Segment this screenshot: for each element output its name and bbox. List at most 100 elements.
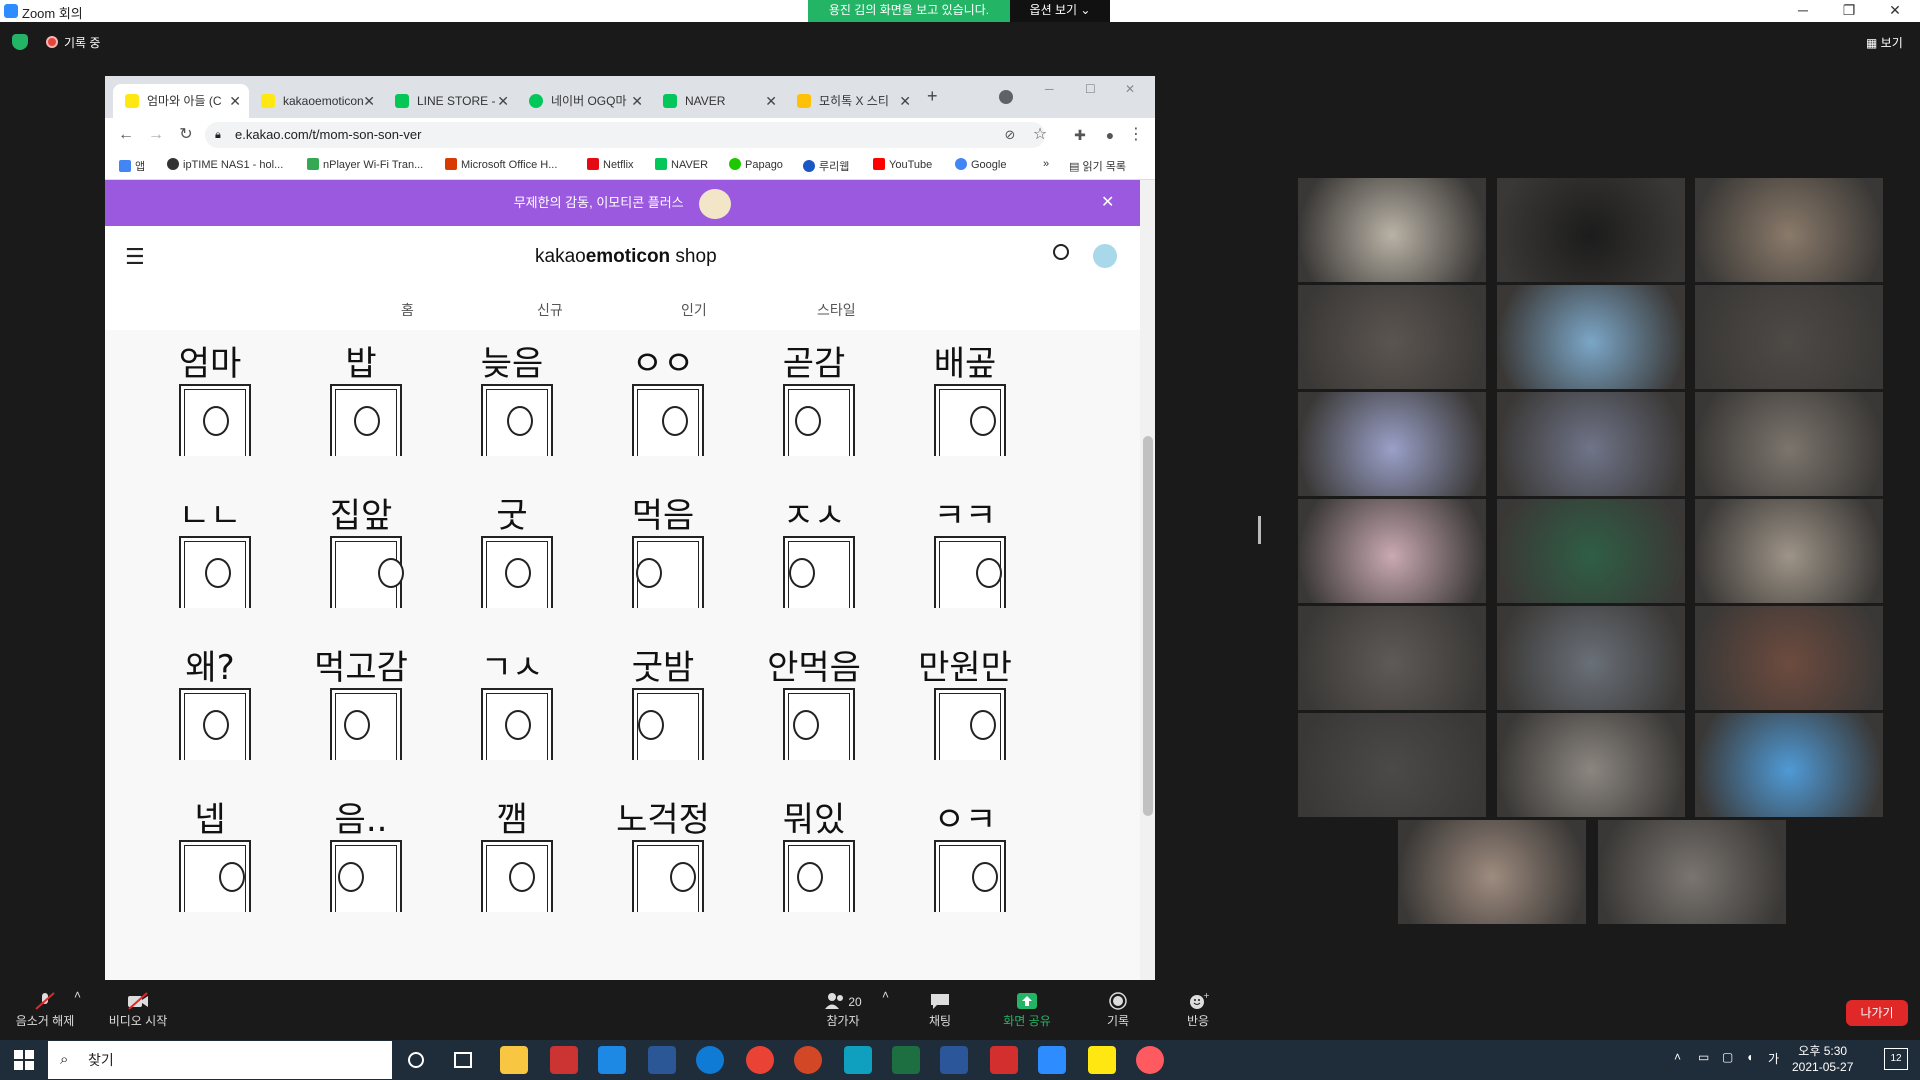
- close-icon[interactable]: ✕: [1125, 82, 1135, 96]
- tray-monitor-icon[interactable]: ▢: [1722, 1050, 1733, 1064]
- emoticon-item[interactable]: ㅇㅇ: [608, 344, 718, 494]
- participant-video-tile[interactable]: [1497, 499, 1685, 603]
- emoticon-item[interactable]: ㄴㄴ: [155, 496, 265, 646]
- bookmark-item[interactable]: Papago: [729, 158, 783, 171]
- bookmark-item[interactable]: 루리웹: [803, 158, 849, 174]
- emoticon-item[interactable]: 엄마: [155, 344, 265, 494]
- bookmark-apps[interactable]: 앱: [119, 158, 145, 174]
- excel-icon[interactable]: [892, 1046, 920, 1074]
- reload-icon[interactable]: ↻: [175, 124, 197, 146]
- participant-video-tile[interactable]: [1695, 606, 1883, 710]
- participant-video-tile[interactable]: [1497, 285, 1685, 389]
- scrollbar-thumb[interactable]: [1143, 436, 1153, 816]
- emoticon-item[interactable]: 집앞: [306, 496, 416, 646]
- emoticon-item[interactable]: 깸: [457, 800, 567, 950]
- participant-video-tile[interactable]: [1298, 285, 1486, 389]
- word-icon[interactable]: [940, 1046, 968, 1074]
- participant-video-tile[interactable]: [1298, 499, 1486, 603]
- emoticon-item[interactable]: 만원만: [910, 648, 1020, 798]
- participant-video-tile[interactable]: [1695, 392, 1883, 496]
- profile-icon[interactable]: ●: [1099, 124, 1121, 146]
- participant-video-tile[interactable]: [1497, 178, 1685, 282]
- extensions-icon[interactable]: ✚: [1069, 124, 1091, 146]
- tray-network-icon[interactable]: ▭: [1698, 1050, 1709, 1064]
- promo-banner[interactable]: 무제한의 감동, 이모티콘 플러스 ✕: [105, 180, 1140, 226]
- emoticon-item[interactable]: 배곺: [910, 344, 1020, 494]
- participant-video-tile[interactable]: [1695, 713, 1883, 817]
- participant-video-tile[interactable]: [1497, 713, 1685, 817]
- participant-video-tile[interactable]: [1398, 820, 1586, 924]
- ime-indicator[interactable]: 가: [1768, 1050, 1779, 1067]
- reactions-button[interactable]: + 반응: [1180, 980, 1216, 1038]
- windows-start-icon[interactable]: [14, 1050, 34, 1070]
- browser-tab[interactable]: LINE STORE - ✕: [383, 84, 517, 118]
- participant-video-tile[interactable]: [1298, 713, 1486, 817]
- start-video-button[interactable]: 비디오 시작: [100, 980, 176, 1038]
- emoticon-item[interactable]: 곧감: [759, 344, 869, 494]
- app-icon[interactable]: [1136, 1046, 1164, 1074]
- kakaotalk-icon[interactable]: [1088, 1046, 1116, 1074]
- participant-video-tile[interactable]: [1497, 392, 1685, 496]
- share-screen-button[interactable]: 화면 공유: [996, 980, 1058, 1038]
- restore-icon[interactable]: ❐: [1826, 0, 1872, 22]
- emoticon-item[interactable]: 뭐있어?: [759, 800, 869, 950]
- unmute-button[interactable]: 음소거 해제: [10, 980, 80, 1038]
- chat-button[interactable]: 채팅: [920, 980, 960, 1038]
- emoticon-item[interactable]: 밥: [306, 344, 416, 494]
- chrome-icon[interactable]: [746, 1046, 774, 1074]
- shop-logo[interactable]: kakaoemoticon shop: [535, 246, 717, 268]
- tab-search-icon[interactable]: [999, 90, 1013, 104]
- emoticon-item[interactable]: ㅇㅋ: [910, 800, 1020, 950]
- app-icon[interactable]: [550, 1046, 578, 1074]
- bookmark-item[interactable]: ipTIME NAS1 - hol...: [167, 158, 283, 171]
- file-explorer-icon[interactable]: [500, 1046, 528, 1074]
- emoticon-item[interactable]: ㅈㅅ: [759, 496, 869, 646]
- security-shield-icon[interactable]: [12, 34, 28, 50]
- emoticon-item[interactable]: 안먹음: [759, 648, 869, 798]
- participants-chevron-icon[interactable]: ˄: [882, 988, 889, 1002]
- zoom-taskbar-icon[interactable]: [1038, 1046, 1066, 1074]
- menu-kebab-icon[interactable]: ⋮: [1125, 124, 1147, 146]
- participant-video-tile[interactable]: [1298, 392, 1486, 496]
- tray-chevron-icon[interactable]: ˄: [1674, 1050, 1681, 1064]
- bookmark-item[interactable]: Microsoft Office H...: [445, 158, 557, 171]
- hamburger-menu-icon[interactable]: ☰: [125, 244, 145, 270]
- bookmark-item[interactable]: YouTube: [873, 158, 932, 171]
- participant-video-tile[interactable]: [1598, 820, 1786, 924]
- taskbar-search-box[interactable]: ⌕ 찾기: [48, 1041, 392, 1079]
- view-button[interactable]: ▦ 보기: [1866, 34, 1903, 51]
- emoticon-item[interactable]: 먹고감: [306, 648, 416, 798]
- new-tab-icon[interactable]: +: [927, 86, 938, 107]
- reading-list[interactable]: ▤ 읽기 목록: [1069, 158, 1126, 174]
- emoticon-item[interactable]: 왜?: [155, 648, 265, 798]
- browser-tab[interactable]: 모히톡 X 스티 ✕: [785, 84, 919, 118]
- tab-close-icon[interactable]: ✕: [765, 84, 777, 118]
- powerpoint-icon[interactable]: [794, 1046, 822, 1074]
- bookmark-item[interactable]: NAVER: [655, 158, 708, 171]
- close-icon[interactable]: ✕: [1101, 180, 1114, 226]
- emoticon-item[interactable]: 굿밤: [608, 648, 718, 798]
- participant-video-tile[interactable]: [1298, 606, 1486, 710]
- record-button[interactable]: 기록: [1100, 980, 1136, 1038]
- task-view-icon[interactable]: [454, 1052, 472, 1068]
- nav-home[interactable]: 홈: [401, 300, 414, 320]
- gallery-resize-handle[interactable]: [1258, 516, 1261, 544]
- emoticon-item[interactable]: 넵: [155, 800, 265, 950]
- emoticon-item[interactable]: 늦음: [457, 344, 567, 494]
- close-icon[interactable]: ✕: [1872, 0, 1918, 22]
- leave-button[interactable]: 나가기: [1846, 1000, 1908, 1026]
- minimize-icon[interactable]: ─: [1045, 82, 1054, 96]
- bookmark-item[interactable]: nPlayer Wi-Fi Tran...: [307, 158, 423, 171]
- browser-tab[interactable]: 네이버 OGQ마 ✕: [517, 84, 651, 118]
- view-options-button[interactable]: 옵션 보기 ⌄: [1010, 0, 1110, 22]
- participant-video-tile[interactable]: [1497, 606, 1685, 710]
- tab-close-icon[interactable]: ✕: [363, 84, 375, 118]
- tab-close-icon[interactable]: ✕: [229, 84, 241, 118]
- participant-video-tile[interactable]: [1298, 178, 1486, 282]
- volume-icon[interactable]: ◖: [1746, 1050, 1753, 1064]
- search-icon[interactable]: [1053, 244, 1069, 260]
- app-icon[interactable]: [844, 1046, 872, 1074]
- minimize-icon[interactable]: ─: [1780, 0, 1826, 22]
- tab-close-icon[interactable]: ✕: [899, 84, 911, 118]
- participant-video-tile[interactable]: [1695, 178, 1883, 282]
